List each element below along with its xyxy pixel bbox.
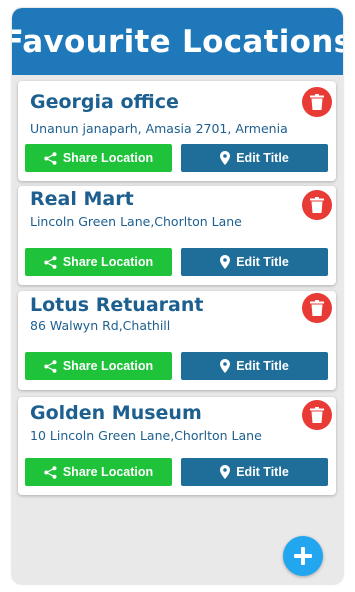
location-card: Golden Museum 10 Lincoln Green Lane,Chor… (18, 397, 336, 495)
location-title: Real Mart (30, 188, 134, 210)
share-icon (44, 359, 57, 373)
delete-button[interactable] (302, 293, 332, 323)
location-title: Georgia office (30, 91, 179, 113)
delete-button[interactable] (302, 87, 332, 117)
share-location-label: Share Location (62, 359, 154, 373)
share-location-button[interactable]: Share Location (25, 458, 172, 486)
trash-icon (310, 197, 324, 213)
location-address: 86 Walwyn Rd,Chathill (30, 318, 171, 333)
location-address: 10 Lincoln Green Lane,Chorlton Lane (30, 428, 262, 443)
delete-button[interactable] (302, 190, 332, 220)
edit-title-button[interactable]: Edit Title (181, 458, 328, 486)
location-card: Real Mart Lincoln Green Lane,Chorlton La… (18, 186, 336, 285)
location-pin-icon (220, 151, 231, 165)
location-pin-icon (220, 465, 231, 479)
share-location-button[interactable]: Share Location (25, 352, 172, 380)
trash-icon (310, 300, 324, 316)
trash-icon (310, 94, 324, 110)
share-location-label: Share Location (62, 255, 154, 269)
location-title: Golden Museum (30, 402, 202, 424)
share-icon (44, 465, 57, 479)
share-location-label: Share Location (62, 465, 154, 479)
delete-button[interactable] (302, 400, 332, 430)
location-address: Lincoln Green Lane,Chorlton Lane (30, 214, 242, 229)
edit-title-button[interactable]: Edit Title (181, 248, 328, 276)
share-location-button[interactable]: Share Location (25, 144, 172, 172)
share-icon (44, 255, 57, 269)
app-header: Favourite Locations (12, 8, 343, 75)
share-location-label: Share Location (62, 151, 154, 165)
location-pin-icon (220, 255, 231, 269)
plus-icon (294, 547, 312, 565)
location-address: Unanun janaparh, Amasia 2701, Armenia (30, 121, 288, 136)
trash-icon (310, 407, 324, 423)
edit-title-button[interactable]: Edit Title (181, 144, 328, 172)
location-title: Lotus Retuarant (30, 294, 204, 316)
edit-title-label: Edit Title (236, 465, 289, 479)
location-card: Georgia office Unanun janaparh, Amasia 2… (18, 81, 336, 181)
app-screen: Favourite Locations Georgia office Unanu… (12, 8, 343, 584)
add-location-button[interactable] (283, 536, 323, 576)
share-icon (44, 151, 57, 165)
page-title: Favourite Locations (12, 23, 343, 60)
location-pin-icon (220, 359, 231, 373)
edit-title-button[interactable]: Edit Title (181, 352, 328, 380)
location-card: Lotus Retuarant 86 Walwyn Rd,Chathill Sh… (18, 291, 336, 390)
edit-title-label: Edit Title (236, 359, 289, 373)
share-location-button[interactable]: Share Location (25, 248, 172, 276)
edit-title-label: Edit Title (236, 255, 289, 269)
edit-title-label: Edit Title (236, 151, 289, 165)
